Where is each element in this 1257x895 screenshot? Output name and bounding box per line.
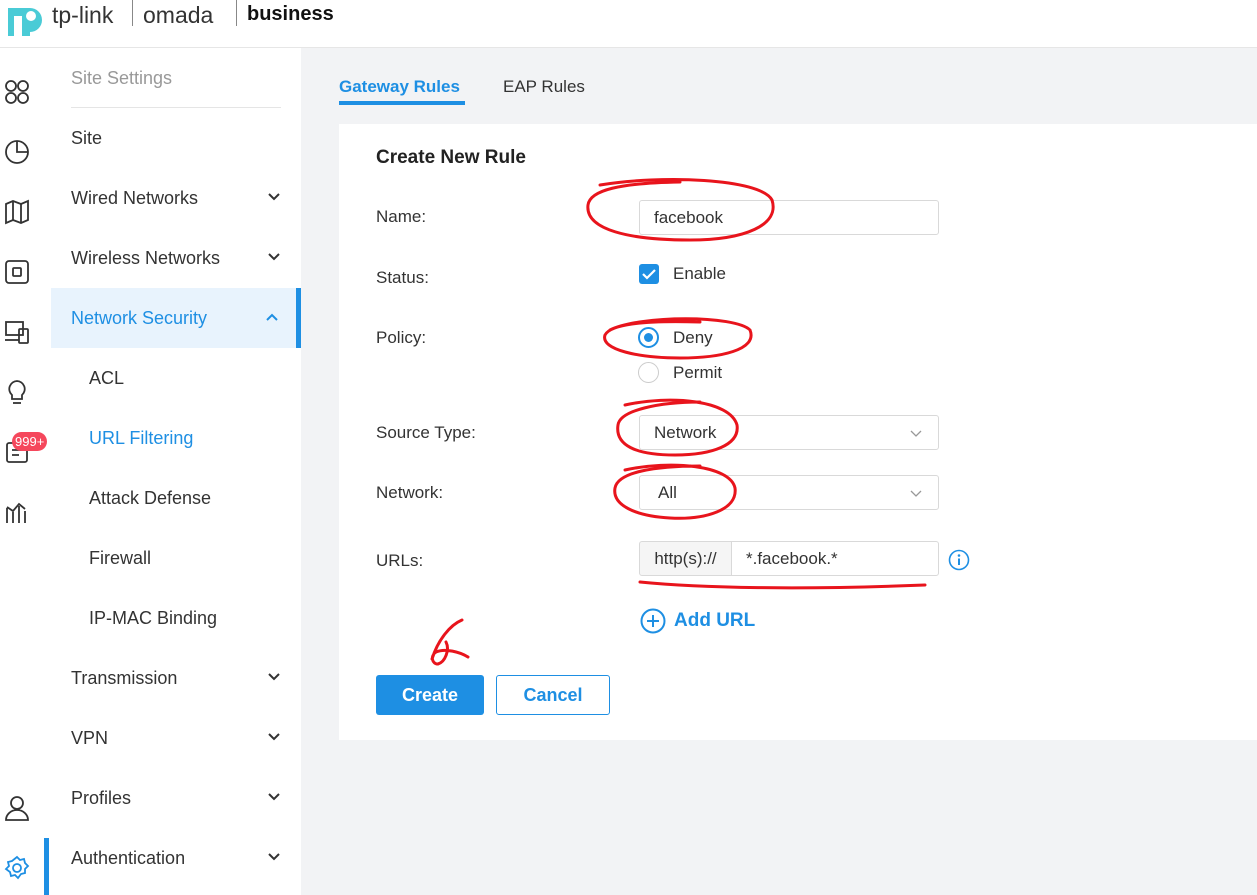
sidebar-item-label: Profiles [71,787,132,808]
network-select[interactable]: All [639,475,939,510]
sidebar-item-wired-networks[interactable]: Wired Networks [51,168,301,228]
name-input[interactable]: facebook [639,200,939,235]
active-tab-underline [339,101,465,105]
chevron-down-icon [268,253,280,261]
devices-icon[interactable] [3,258,31,286]
sidebar-item-label: Authentication [71,847,186,868]
brand-tplink: tp-link [52,2,114,28]
brand-omada: omada [143,2,214,28]
url-input[interactable]: *.facebook.* [731,541,939,576]
status-label: Status: [376,268,429,287]
check-icon [642,269,656,280]
brand-divider [236,0,237,26]
sidebar-item-url-filtering[interactable]: URL Filtering [51,408,301,468]
add-url-button[interactable]: Add URL [640,608,755,634]
sidebar-item-vpn[interactable]: VPN [51,708,301,768]
notification-badge: 999+ [12,432,48,451]
policy-deny-label: Deny [673,328,713,347]
sidebar-item-label: IP-MAC Binding [89,607,218,628]
chevron-down-icon [268,193,280,201]
chevron-down-icon [268,673,280,681]
url-scheme-prefix: http(s):// [639,541,732,576]
sidebar-item-label: Wireless Networks [71,247,221,268]
source-type-label: Source Type: [376,423,476,442]
chevron-down-icon [268,733,280,741]
chevron-down-icon [268,793,280,801]
cancel-button[interactable]: Cancel [496,675,610,715]
sidebar-item-attack-defense[interactable]: Attack Defense [51,468,301,528]
sidebar-item-wireless-networks[interactable]: Wireless Networks [51,228,301,288]
network-label: Network: [376,483,444,502]
sidebar-item-label: URL Filtering [89,427,194,448]
icon-rail: 999+ [0,48,51,895]
name-label: Name: [376,207,427,226]
chevron-down-icon [268,853,280,861]
sidebar-item-label: ACL [89,367,125,388]
sidebar-item-firewall[interactable]: Firewall [51,528,301,588]
reports-icon[interactable] [3,498,31,526]
form-title: Create New Rule [376,147,526,168]
urls-label: URLs: [376,551,424,570]
add-circle-icon [640,608,666,634]
map-icon[interactable] [3,198,31,226]
sidebar-item-label: Network Security [71,307,208,328]
sidebar-item-authentication[interactable]: Authentication [51,828,301,888]
status-enable-label: Enable [673,264,726,283]
sidebar-item-ip-mac-binding[interactable]: IP-MAC Binding [51,588,301,648]
clients-icon[interactable] [3,318,31,346]
dashboard-icon[interactable] [3,78,31,106]
sidebar-item-label: Firewall [89,547,152,568]
add-url-label: Add URL [674,610,756,631]
policy-deny-radio[interactable] [638,327,659,348]
sidebar-item-label: Wired Networks [71,187,199,208]
network-value: All [658,482,677,502]
sidebar-item-profiles[interactable]: Profiles [51,768,301,828]
create-button[interactable]: Create [376,675,484,715]
settings-icon[interactable] [3,854,31,882]
sidebar-item-label: Transmission [71,667,178,688]
chevron-up-icon [266,313,278,321]
account-icon[interactable] [3,794,31,822]
status-enable-checkbox[interactable] [639,264,659,284]
settings-sidebar: Site Settings Site Wired Networks Wirele… [51,48,301,895]
tp-link-logo-icon [8,8,42,36]
top-bar: tp-link omada business [0,0,1257,48]
statistics-icon[interactable] [3,138,31,166]
rail-active-indicator [44,838,49,895]
sidebar-item-acl[interactable]: ACL [51,348,301,408]
sidebar-item-label: VPN [71,727,109,748]
sidebar-item-network-security[interactable]: Network Security [51,288,301,348]
source-type-value: Network [654,422,717,442]
insight-icon[interactable] [3,378,31,406]
sidebar-header: Site Settings [71,68,173,88]
policy-permit-radio[interactable] [638,362,659,383]
source-type-select[interactable]: Network [639,415,939,450]
tab-eap-rules[interactable]: EAP Rules [503,77,585,97]
sidebar-item-label: Site [71,127,103,148]
sidebar-item-label: Attack Defense [89,487,212,508]
chevron-down-icon [910,430,922,437]
policy-permit-label: Permit [673,363,723,382]
sidebar-item-transmission[interactable]: Transmission [51,648,301,708]
tab-gateway-rules[interactable]: Gateway Rules [339,77,460,97]
chevron-down-icon [910,490,922,497]
info-icon[interactable] [948,549,970,571]
policy-label: Policy: [376,328,427,347]
sidebar-item-site[interactable]: Site [51,108,301,168]
brand-divider [132,0,133,26]
brand-business: business [247,3,334,25]
